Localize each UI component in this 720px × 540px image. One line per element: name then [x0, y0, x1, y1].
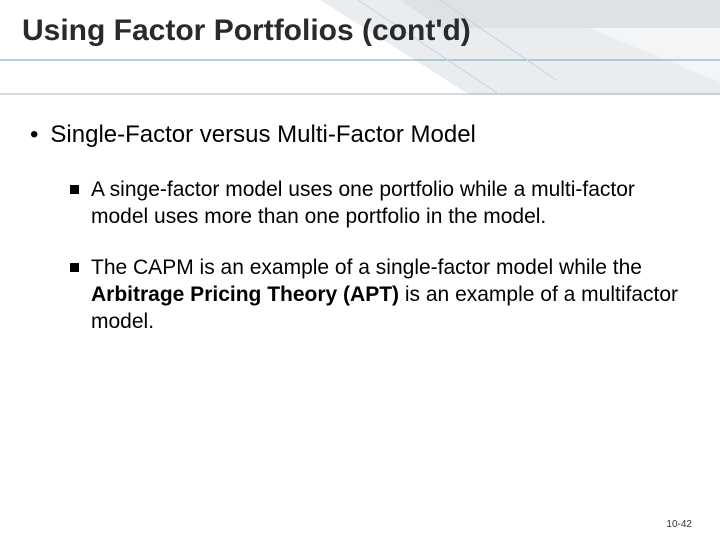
bullet-dot-icon: • [30, 120, 38, 150]
sub-bullet-text: A singe-factor model uses one portfolio … [91, 176, 690, 230]
text-run: The CAPM is an example of a single-facto… [91, 256, 642, 279]
bullet-text: Single-Factor versus Multi-Factor Model [50, 120, 475, 150]
page-number: 10-42 [666, 519, 692, 530]
bullet-level-1: • Single-Factor versus Multi-Factor Mode… [30, 120, 690, 150]
bullet-square-icon [70, 263, 79, 272]
text-bold: Arbitrage Pricing Theory (APT) [91, 283, 399, 306]
body-content: • Single-Factor versus Multi-Factor Mode… [30, 120, 690, 359]
bullet-level-2: A singe-factor model uses one portfolio … [70, 176, 690, 230]
slide-title: Using Factor Portfolios (cont'd) [22, 14, 471, 48]
bullet-level-2: The CAPM is an example of a single-facto… [70, 254, 690, 335]
slide: Using Factor Portfolios (cont'd) • Singl… [0, 0, 720, 540]
sub-bullet-text: The CAPM is an example of a single-facto… [91, 254, 690, 335]
bullet-square-icon [70, 185, 79, 194]
